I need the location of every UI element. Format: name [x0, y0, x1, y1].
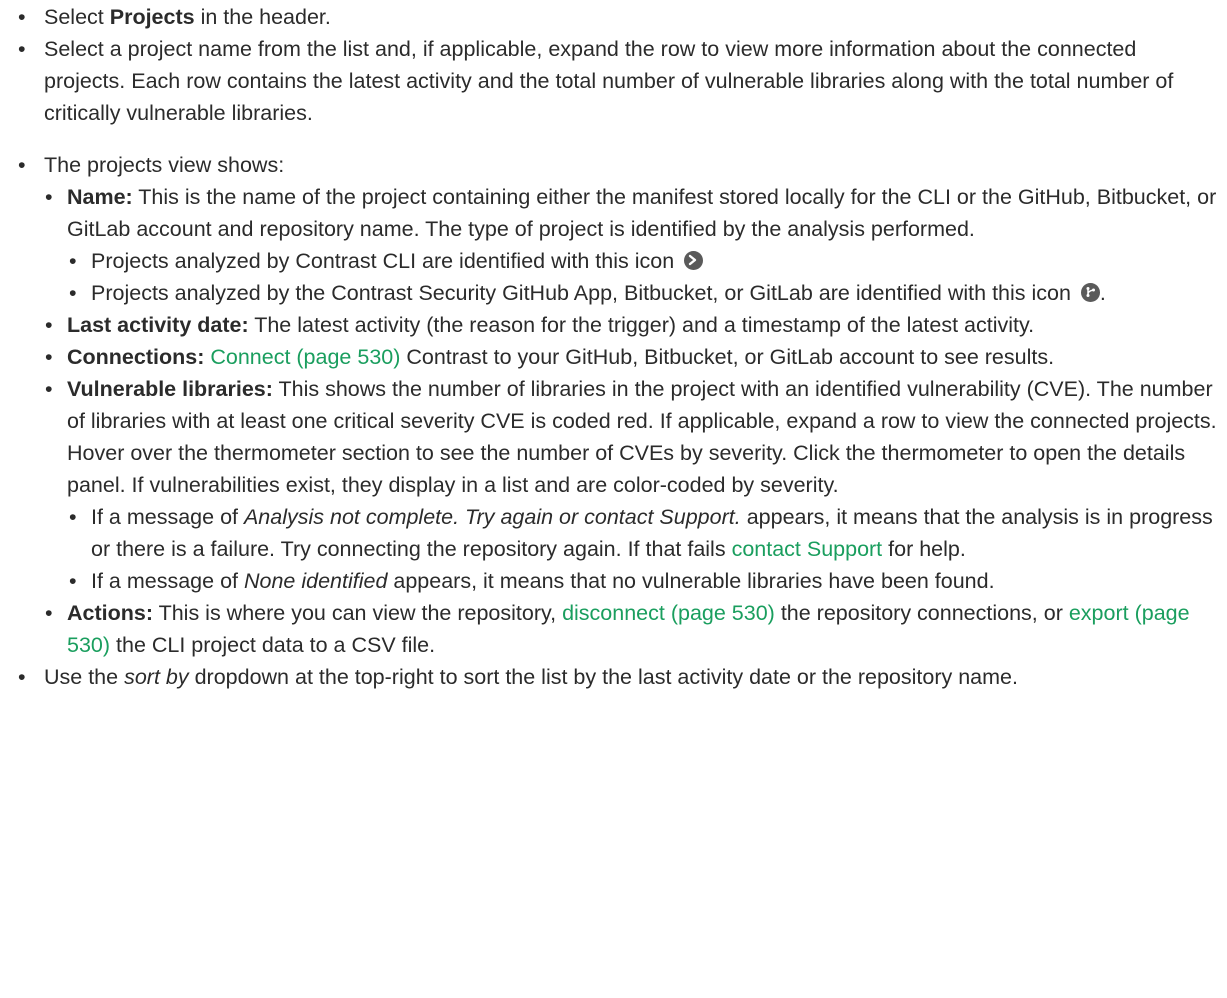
terminal-icon: [684, 251, 704, 270]
item-text: The projects view shows:: [44, 153, 285, 177]
list-item-cli: Projects analyzed by Contrast CLI are id…: [67, 245, 1217, 277]
projects-term: Projects: [109, 5, 195, 29]
item-text: Projects analyzed by Contrast CLI are id…: [91, 249, 681, 273]
item-text: dropdown at the top-right to sort the li…: [188, 665, 1018, 689]
item-text: for help.: [882, 537, 966, 561]
list-item-last-activity: Last activity date: The latest activity …: [41, 309, 1217, 341]
list-item-actions: Actions: This is where you can view the …: [41, 597, 1217, 661]
name-sublist: Projects analyzed by Contrast CLI are id…: [67, 245, 1217, 309]
actions-term: Actions:: [67, 601, 153, 625]
view-shows-list: Name: This is the name of the project co…: [41, 181, 1217, 661]
item-text: Contrast to your GitHub, Bitbucket, or G…: [400, 345, 1055, 369]
sort-by-term: sort by: [124, 665, 189, 689]
last-activity-term: Last activity date:: [67, 313, 249, 337]
item-text: the CLI project data to a CSV file.: [110, 633, 436, 657]
list-item-sort: Use the sort by dropdown at the top-righ…: [14, 661, 1217, 693]
item-text: Select a project name from the list and,…: [44, 37, 1174, 125]
connections-term: Connections:: [67, 345, 205, 369]
item-text: Use the: [44, 665, 125, 689]
item-text: the repository connections, or: [774, 601, 1069, 625]
list-item-analysis-message: If a message of Analysis not complete. T…: [67, 501, 1217, 565]
disconnect-link[interactable]: disconnect (page 530): [562, 601, 775, 625]
vulnerable-libraries-term: Vulnerable libraries:: [67, 377, 273, 401]
name-term: Name:: [67, 185, 133, 209]
item-text: The latest activity (the reason for the …: [248, 313, 1035, 337]
vulnerable-sublist: If a message of Analysis not complete. T…: [67, 501, 1217, 597]
branch-icon: [1080, 283, 1100, 302]
list-item-view-shows: The projects view shows: Name: This is t…: [14, 149, 1217, 661]
list-item-name: Name: This is the name of the project co…: [41, 181, 1217, 309]
list-item-app: Projects analyzed by the Contrast Securi…: [67, 277, 1217, 309]
none-identified-message: None identified: [243, 569, 388, 593]
item-text: Select: [44, 5, 110, 29]
item-text: appears, it means that no vulnerable lib…: [387, 569, 995, 593]
analysis-message: Analysis not complete. Try again or cont…: [243, 505, 741, 529]
item-text: Projects analyzed by the Contrast Securi…: [91, 281, 1077, 305]
item-text: in the header.: [194, 5, 331, 29]
item-text: This is the name of the project containi…: [67, 185, 1217, 241]
list-item-select-name: Select a project name from the list and,…: [14, 33, 1217, 129]
item-text: This is where you can view the repositor…: [153, 601, 563, 625]
item-text: If a message of: [91, 569, 244, 593]
list-item-select-projects: Select Projects in the header.: [14, 1, 1217, 33]
main-list: Select Projects in the header. Select a …: [14, 1, 1217, 693]
item-text: .: [1099, 281, 1106, 305]
document-body: Select Projects in the header. Select a …: [0, 0, 1227, 693]
connect-link[interactable]: Connect (page 530): [210, 345, 400, 369]
list-item-connections: Connections: Connect (page 530) Contrast…: [41, 341, 1217, 373]
list-item-vulnerable-libraries: Vulnerable libraries: This shows the num…: [41, 373, 1217, 597]
contact-support-link[interactable]: contact Support: [732, 537, 883, 561]
list-item-none-identified: If a message of None identified appears,…: [67, 565, 1217, 597]
item-text: If a message of: [91, 505, 244, 529]
